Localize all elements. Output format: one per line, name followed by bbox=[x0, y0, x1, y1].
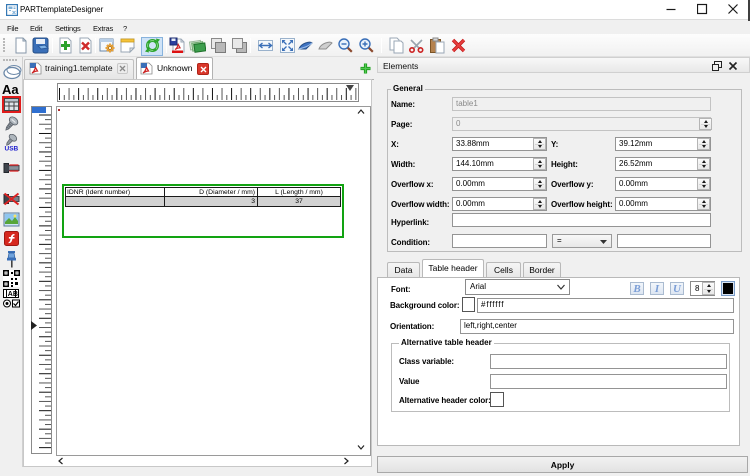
svg-text:AB: AB bbox=[8, 291, 18, 298]
svg-text:USB: USB bbox=[5, 146, 19, 152]
